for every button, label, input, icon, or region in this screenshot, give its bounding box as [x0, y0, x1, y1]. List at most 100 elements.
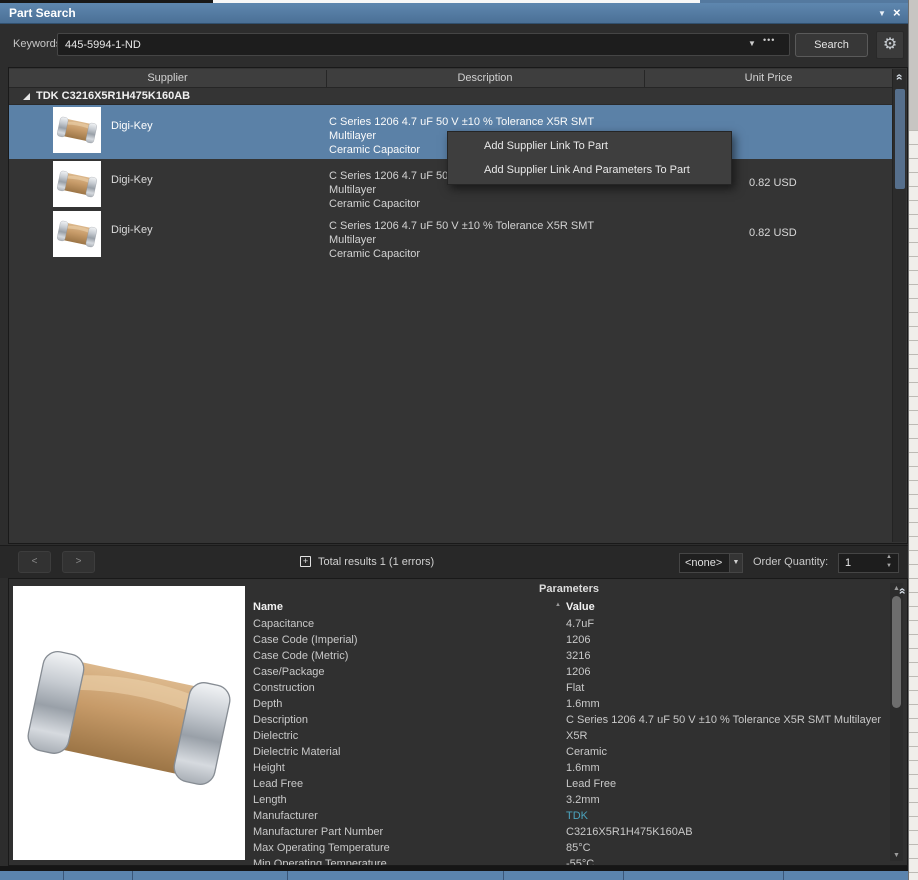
parameter-row: Lead Free Lead Free	[245, 776, 889, 792]
spinner-down-icon[interactable]: ▼	[886, 563, 892, 569]
parameter-value: 4.7uF	[566, 616, 594, 632]
unit-price: 0.82 USD	[749, 227, 797, 239]
pricing-dropdown[interactable]: <none> ▼	[679, 553, 743, 573]
parameter-value: 1.6mm	[566, 760, 600, 776]
parameter-value: 1.6mm	[566, 696, 600, 712]
parameter-value: C3216X5R1H475K160AB	[566, 824, 693, 840]
results-header: Supplier Description Unit Price	[9, 69, 893, 88]
total-results-text: Total results 1 (1 errors)	[318, 546, 434, 579]
parameter-value: 3.2mm	[566, 792, 600, 808]
parameter-value: Ceramic	[566, 744, 607, 760]
group-row-part-number[interactable]: TDK C3216X5R1H475K160AB	[9, 88, 893, 105]
results-scrollbar[interactable]	[892, 69, 906, 542]
parameters-scrollbar[interactable]: ▲ ▼	[890, 583, 903, 861]
capacitor-image	[17, 618, 241, 818]
group-label: TDK C3216X5R1H475K160AB	[36, 88, 190, 105]
scroll-down-icon[interactable]: ▼	[890, 852, 903, 859]
parameter-name: Max Operating Temperature	[253, 840, 390, 856]
parameter-name: Lead Free	[253, 776, 303, 792]
bottom-edge-divider	[783, 871, 784, 880]
prev-page-button[interactable]: <	[18, 551, 51, 573]
parameter-row: Manufacturer TDK	[245, 808, 889, 824]
unit-price: 0.82 USD	[749, 177, 797, 189]
supplier-name: Digi-Key	[111, 174, 153, 186]
parameter-row: Height 1.6mm	[245, 760, 889, 776]
parameter-row: Dielectric X5R	[245, 728, 889, 744]
keywords-dropdown-icon[interactable]: ▼	[748, 39, 756, 48]
close-icon[interactable]: ×	[893, 5, 901, 20]
parameter-row: Case/Package 1206	[245, 664, 889, 680]
panel-menu-icon[interactable]: ▼	[878, 9, 886, 18]
parameter-row: Min Operating Temperature -55°C	[245, 856, 889, 865]
parameter-name: Length	[253, 792, 287, 808]
bottom-edge-divider	[132, 871, 133, 880]
parameters-collapse-icon[interactable]: »	[895, 588, 907, 595]
parameter-name: Manufacturer	[253, 808, 318, 824]
parameter-value: 1206	[566, 632, 590, 648]
parameter-name: Description	[253, 712, 308, 728]
parameter-row: Case Code (Imperial) 1206	[245, 632, 889, 648]
parameters-value-header[interactable]: Value	[566, 599, 595, 615]
part-search-panel: Part Search ▼ × Keywords: ▼ ••• Search ⚙…	[0, 0, 918, 880]
parameter-name: Case Code (Imperial)	[253, 632, 358, 648]
parameter-value: Lead Free	[566, 776, 616, 792]
parameters-section: Parameters Name ▲ Value Capacitance 4.7u…	[8, 578, 908, 866]
parameter-row: Capacitance 4.7uF	[245, 616, 889, 632]
parameter-name: Manufacturer Part Number	[253, 824, 383, 840]
parameter-name: Dielectric Material	[253, 744, 340, 760]
keywords-input[interactable]	[57, 33, 790, 56]
bottom-edge-divider	[503, 871, 504, 880]
supplier-name: Digi-Key	[111, 120, 153, 132]
parameter-row: Length 3.2mm	[245, 792, 889, 808]
part-description: C Series 1206 4.7 uF 50 V ±10 % Toleranc…	[329, 219, 641, 261]
parameters-title: Parameters	[245, 581, 893, 598]
panel-titlebar[interactable]: Part Search ▼ ×	[0, 3, 908, 24]
results-scrollbar-thumb[interactable]	[895, 89, 905, 189]
parameter-row: Max Operating Temperature 85°C	[245, 840, 889, 856]
column-header-unit-price[interactable]: Unit Price	[644, 69, 893, 88]
parameter-row: Construction Flat	[245, 680, 889, 696]
parameter-name: Case/Package	[253, 664, 325, 680]
status-bar: < > + Total results 1 (1 errors) <none> …	[0, 545, 908, 578]
description-line1: C Series 1206 4.7 uF 50 V ±10 % Toleranc…	[329, 219, 641, 247]
parameter-value[interactable]: TDK	[566, 808, 588, 824]
results-collapse-icon[interactable]: »	[892, 74, 904, 81]
part-thumbnail	[53, 107, 101, 153]
context-menu: Add Supplier Link To Part Add Supplier L…	[447, 131, 732, 185]
pricing-dropdown-value: <none>	[685, 554, 722, 572]
parameter-value: 3216	[566, 648, 590, 664]
column-divider	[644, 70, 645, 87]
parameter-name: Depth	[253, 696, 282, 712]
menu-item-add-supplier-link[interactable]: Add Supplier Link To Part	[448, 134, 731, 158]
next-page-button[interactable]: >	[62, 551, 95, 573]
gear-icon[interactable]: ⚙	[876, 31, 904, 59]
parameters-rows: Capacitance 4.7uF Case Code (Imperial) 1…	[245, 616, 889, 865]
parameter-name: Height	[253, 760, 285, 776]
bottom-panel-edge	[0, 871, 908, 880]
parameter-name: Capacitance	[253, 616, 314, 632]
column-header-supplier[interactable]: Supplier	[9, 69, 326, 88]
parameters-name-header[interactable]: Name	[253, 599, 283, 615]
expand-results-icon[interactable]: +	[300, 556, 311, 567]
parameter-row: Dielectric Material Ceramic	[245, 744, 889, 760]
parameter-row: Depth 1.6mm	[245, 696, 889, 712]
parameters-scrollbar-thumb[interactable]	[892, 596, 901, 708]
column-header-description[interactable]: Description	[326, 69, 644, 88]
menu-item-add-supplier-link-and-parameters[interactable]: Add Supplier Link And Parameters To Part	[448, 158, 731, 182]
part-photo	[13, 586, 245, 860]
spinner-up-icon[interactable]: ▲	[886, 554, 892, 560]
search-button[interactable]: Search	[795, 33, 868, 57]
description-line2: Ceramic Capacitor	[329, 247, 641, 261]
supplier-name: Digi-Key	[111, 224, 153, 236]
bottom-edge-divider	[623, 871, 624, 880]
part-thumbnail	[53, 161, 101, 207]
parameter-value: C Series 1206 4.7 uF 50 V ±10 % Toleranc…	[566, 712, 881, 728]
panel-title: Part Search	[9, 3, 76, 24]
parameter-row: Description C Series 1206 4.7 uF 50 V ±1…	[245, 712, 889, 728]
result-row[interactable]: Digi-Key C Series 1206 4.7 uF 50 V ±10 %…	[9, 209, 893, 259]
parameter-name: Dielectric	[253, 728, 298, 744]
app-edge-ruler-ticks	[909, 130, 918, 880]
keywords-more-icon[interactable]: •••	[763, 35, 775, 45]
part-thumbnail	[53, 211, 101, 257]
parameter-row: Case Code (Metric) 3216	[245, 648, 889, 664]
